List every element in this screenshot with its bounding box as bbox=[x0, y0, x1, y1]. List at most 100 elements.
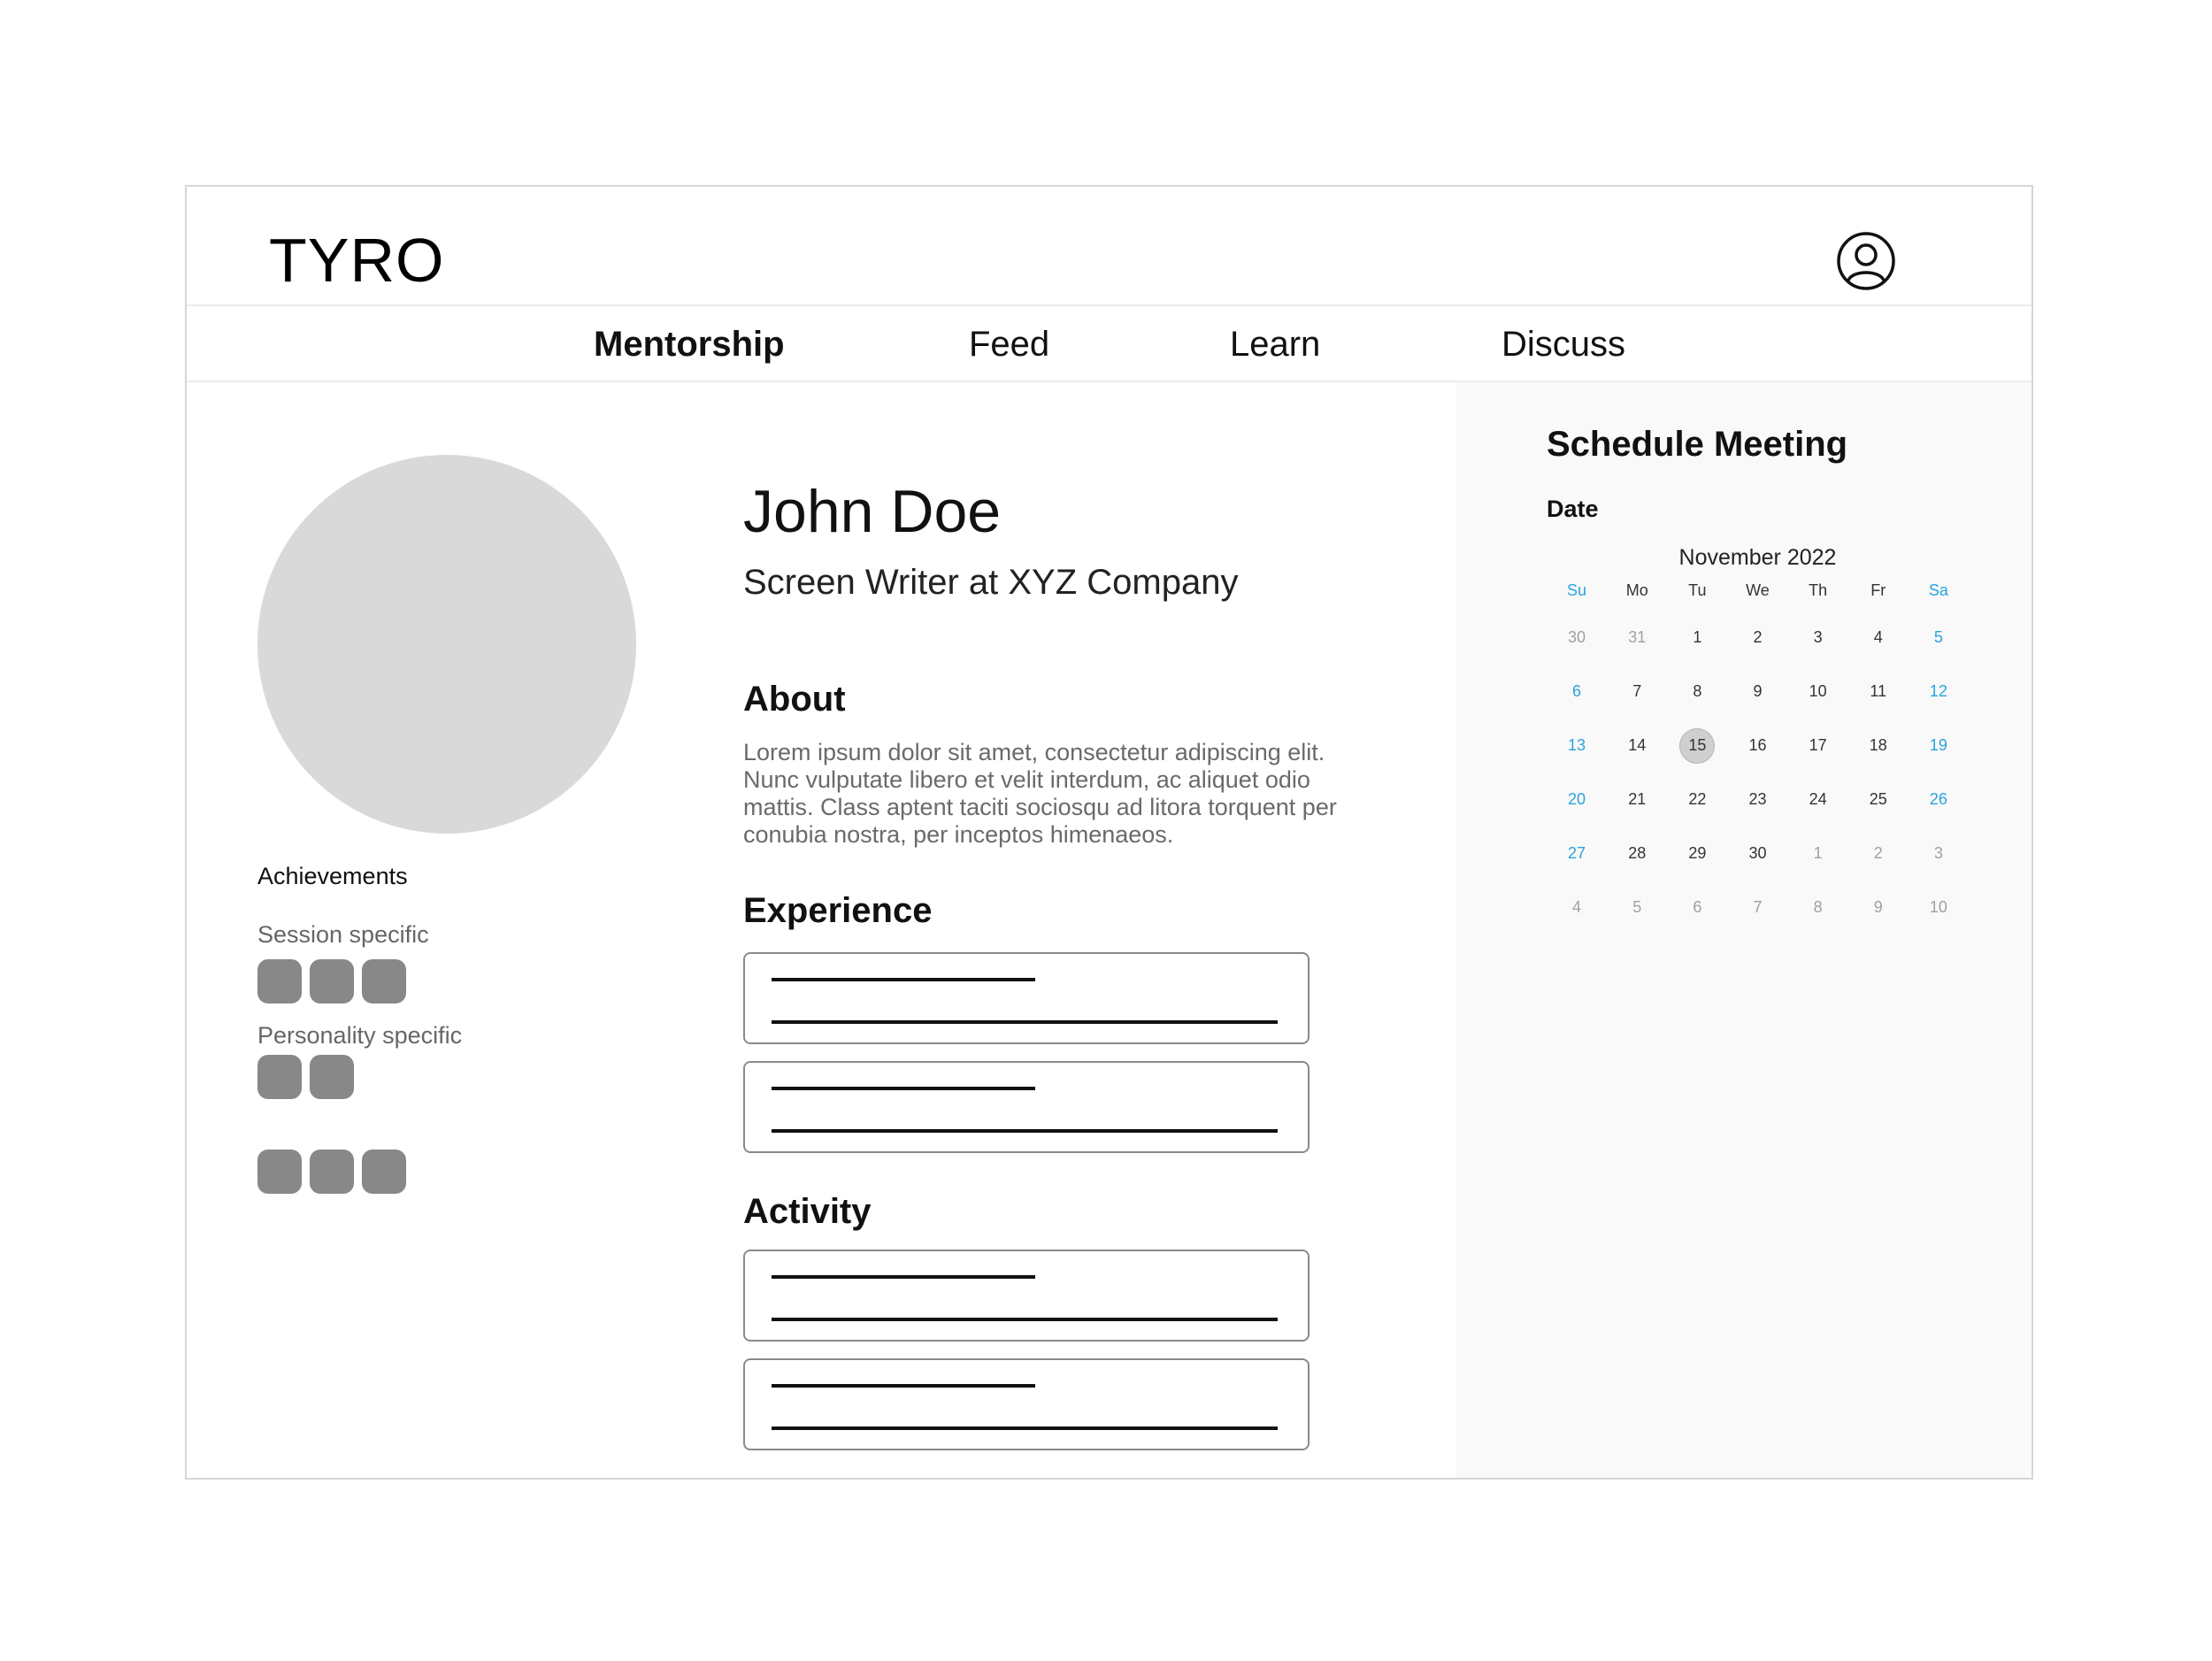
calendar-day[interactable]: 30 bbox=[1727, 836, 1787, 872]
calendar-day-number: 6 bbox=[1572, 682, 1582, 700]
calendar-weekday: Su bbox=[1567, 581, 1587, 599]
placeholder-line bbox=[772, 1020, 1278, 1024]
calendar-day[interactable]: 4 bbox=[1547, 890, 1607, 926]
calendar-day-number: 10 bbox=[1809, 682, 1827, 700]
calendar-day-number: 4 bbox=[1572, 898, 1582, 916]
calendar-day[interactable]: 11 bbox=[1848, 674, 1909, 710]
calendar-day[interactable]: 1 bbox=[1788, 836, 1848, 872]
calendar-day-number: 26 bbox=[1929, 790, 1947, 808]
calendar-day-number: 10 bbox=[1929, 898, 1947, 916]
calendar-day[interactable]: 19 bbox=[1909, 728, 1969, 764]
calendar-day[interactable]: 22 bbox=[1667, 782, 1727, 818]
achievement-badge[interactable] bbox=[362, 1150, 406, 1194]
calendar-day-number: 7 bbox=[1632, 682, 1642, 700]
achievement-badge[interactable] bbox=[257, 1150, 302, 1194]
calendar-day-number: 29 bbox=[1688, 844, 1707, 862]
profile-name: John Doe bbox=[743, 478, 1002, 545]
calendar-day[interactable]: 5 bbox=[1607, 890, 1667, 926]
calendar-day[interactable]: 16 bbox=[1727, 728, 1787, 764]
calendar-week-row: 4 5 6 7 8 9 10 bbox=[1547, 880, 1969, 934]
calendar-day[interactable]: 28 bbox=[1607, 836, 1667, 872]
calendar-day[interactable]: 13 bbox=[1547, 728, 1607, 764]
calendar-day[interactable]: 2 bbox=[1727, 620, 1787, 656]
calendar-day[interactable]: 9 bbox=[1848, 890, 1909, 926]
calendar-day[interactable]: 3 bbox=[1788, 620, 1848, 656]
calendar-day[interactable]: 15 bbox=[1667, 727, 1727, 764]
achievement-badge[interactable] bbox=[362, 959, 406, 1004]
calendar-day[interactable]: 6 bbox=[1667, 890, 1727, 926]
calendar-day[interactable]: 10 bbox=[1909, 890, 1969, 926]
calendar-day-number: 5 bbox=[1632, 898, 1642, 916]
calendar-month: November 2022 bbox=[1678, 545, 1837, 570]
calendar-day[interactable]: 30 bbox=[1547, 620, 1607, 656]
calendar-day[interactable]: 29 bbox=[1667, 836, 1727, 872]
experience-card[interactable] bbox=[743, 952, 1310, 1044]
calendar-day-number: 22 bbox=[1688, 790, 1707, 808]
calendar-day[interactable]: 1 bbox=[1667, 620, 1727, 656]
achievement-badge[interactable] bbox=[257, 959, 302, 1004]
schedule-title: Schedule Meeting bbox=[1547, 425, 1848, 464]
nav-tab-feed[interactable]: Feed bbox=[969, 324, 1049, 365]
calendar-day[interactable]: 27 bbox=[1547, 836, 1607, 872]
nav-tab-learn[interactable]: Learn bbox=[1230, 324, 1320, 365]
calendar-day-number: 9 bbox=[1873, 898, 1883, 916]
calendar-day-number: 20 bbox=[1568, 790, 1586, 808]
calendar-day-number: 1 bbox=[1693, 628, 1702, 646]
calendar-day-number: 7 bbox=[1753, 898, 1763, 916]
calendar-day-number: 23 bbox=[1748, 790, 1767, 808]
calendar-day[interactable]: 25 bbox=[1848, 782, 1909, 818]
activity-card[interactable] bbox=[743, 1250, 1310, 1342]
calendar-day[interactable]: 8 bbox=[1788, 890, 1848, 926]
calendar-day-number: 9 bbox=[1753, 682, 1763, 700]
calendar-weekday: Fr bbox=[1870, 581, 1886, 599]
calendar-day[interactable]: 23 bbox=[1727, 782, 1787, 818]
calendar-day[interactable]: 21 bbox=[1607, 782, 1667, 818]
calendar-weekday: Mo bbox=[1625, 581, 1648, 599]
calendar-day[interactable]: 31 bbox=[1607, 620, 1667, 656]
calendar-day[interactable]: 12 bbox=[1909, 674, 1969, 710]
calendar-day[interactable]: 5 bbox=[1909, 620, 1969, 656]
achievement-badge[interactable] bbox=[310, 959, 354, 1004]
placeholder-line bbox=[772, 1087, 1035, 1090]
calendar-day-number: 14 bbox=[1628, 736, 1647, 754]
achievement-badge[interactable] bbox=[310, 1150, 354, 1194]
calendar-day[interactable]: 3 bbox=[1909, 836, 1969, 872]
calendar-day[interactable]: 8 bbox=[1667, 674, 1727, 710]
experience-card[interactable] bbox=[743, 1061, 1310, 1153]
calendar-day[interactable]: 7 bbox=[1607, 674, 1667, 710]
calendar-day[interactable]: 24 bbox=[1788, 782, 1848, 818]
about-title: About bbox=[743, 680, 846, 719]
personality-specific-label: Personality specific bbox=[257, 1022, 463, 1049]
calendar-day[interactable]: 14 bbox=[1607, 728, 1667, 764]
calendar-week-row: 6 7 8 9 10 11 12 bbox=[1547, 665, 1969, 719]
placeholder-line bbox=[772, 1384, 1035, 1388]
avatar bbox=[257, 455, 636, 834]
nav-tab-mentorship[interactable]: Mentorship bbox=[594, 324, 785, 365]
nav-tab-discuss[interactable]: Discuss bbox=[1502, 324, 1625, 365]
calendar-day[interactable]: 10 bbox=[1788, 674, 1848, 710]
calendar-week-row: 27 28 29 30 1 2 3 bbox=[1547, 827, 1969, 880]
calendar-day-number: 2 bbox=[1753, 628, 1763, 646]
user-profile-icon[interactable] bbox=[1836, 231, 1896, 291]
calendar-day-number: 21 bbox=[1628, 790, 1647, 808]
achievement-badge[interactable] bbox=[257, 1055, 302, 1099]
calendar-day[interactable]: 7 bbox=[1727, 890, 1787, 926]
calendar-day[interactable]: 9 bbox=[1727, 674, 1787, 710]
calendar-day[interactable]: 26 bbox=[1909, 782, 1969, 818]
calendar-day[interactable]: 6 bbox=[1547, 674, 1607, 710]
calendar-day[interactable]: 2 bbox=[1848, 836, 1909, 872]
calendar-day[interactable]: 20 bbox=[1547, 782, 1607, 818]
logo: TYRO bbox=[269, 226, 445, 295]
achievement-badge[interactable] bbox=[310, 1055, 354, 1099]
calendar-day-number: 24 bbox=[1809, 790, 1827, 808]
calendar-day[interactable]: 4 bbox=[1848, 620, 1909, 656]
calendar-day-number: 13 bbox=[1568, 736, 1586, 754]
other-badges bbox=[257, 1150, 406, 1194]
calendar-day-number: 8 bbox=[1693, 682, 1702, 700]
calendar-day[interactable]: 18 bbox=[1848, 728, 1909, 764]
activity-card[interactable] bbox=[743, 1358, 1310, 1450]
calendar-day-number: 15 bbox=[1679, 727, 1716, 764]
personality-badges bbox=[257, 1055, 354, 1099]
about-text: Lorem ipsum dolor sit amet, consectetur … bbox=[743, 739, 1337, 848]
calendar-day[interactable]: 17 bbox=[1788, 728, 1848, 764]
